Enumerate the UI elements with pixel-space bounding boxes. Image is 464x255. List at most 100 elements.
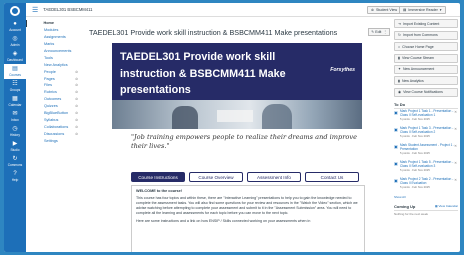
todo-meta: 5 points · Feb Nov 2025 bbox=[400, 151, 430, 156]
course-nav-pages[interactable]: Pages ⊘ bbox=[26, 75, 80, 82]
eye-slash-icon[interactable]: ⊘ bbox=[75, 118, 78, 122]
global-nav-studio[interactable]: ▶ Studio bbox=[4, 139, 26, 154]
dismiss-icon[interactable]: ✕ bbox=[454, 127, 457, 131]
clock-icon: ◷ bbox=[12, 126, 18, 132]
global-nav-label: Commons bbox=[7, 163, 23, 167]
eye-slash-icon[interactable]: ⊘ bbox=[75, 97, 78, 101]
eye-slash-icon[interactable]: ⊘ bbox=[75, 70, 78, 74]
global-nav-inbox[interactable]: ✉ Inbox bbox=[4, 109, 26, 124]
eye-slash-icon[interactable]: ⊘ bbox=[75, 83, 78, 87]
dismiss-icon[interactable]: ✕ bbox=[454, 161, 457, 165]
course-nav-rubrics[interactable]: Rubrics ⊘ bbox=[26, 89, 80, 96]
welcome-title: WELCOME to the course! bbox=[136, 189, 182, 193]
glasses-icon: ⊚ bbox=[371, 8, 375, 12]
import-from-commons-button[interactable]: ↻ Import from Commons bbox=[394, 30, 458, 40]
course-nav-marks[interactable]: Marks bbox=[26, 41, 80, 48]
tab-assessment-info[interactable]: Assessment Info bbox=[247, 172, 301, 182]
global-nav-label: Help bbox=[11, 178, 19, 182]
course-nav-label: New Analytics bbox=[44, 62, 68, 67]
course-nav-assignments[interactable]: Assignments bbox=[26, 34, 80, 41]
course-nav-discussions[interactable]: Discussions ⊘ bbox=[26, 130, 80, 137]
course-nav-quizzes[interactable]: Quizzes ⊘ bbox=[26, 103, 80, 110]
global-nav-label: Account bbox=[9, 28, 21, 32]
tab-course-overview[interactable]: Course Overview bbox=[189, 172, 243, 182]
home-icon: ⌂ bbox=[398, 44, 401, 49]
course-nav-label: Rubrics bbox=[44, 90, 57, 95]
calendar-icon: ▦ bbox=[434, 203, 438, 208]
institution-logo[interactable] bbox=[4, 3, 26, 19]
hamburger-icon[interactable]: ☰ bbox=[32, 6, 38, 14]
chart-icon: ▮ bbox=[398, 56, 400, 61]
global-nav-label: Groups bbox=[9, 88, 21, 92]
course-nav-announcements[interactable]: Announcements bbox=[26, 48, 80, 55]
gauge-icon: ◎ bbox=[12, 36, 18, 42]
eye-slash-icon[interactable]: ⊘ bbox=[75, 132, 78, 136]
global-nav-help[interactable]: ? Help bbox=[4, 169, 26, 184]
todo-meta: 5 points · Feb Nov 2025 bbox=[400, 134, 430, 139]
view-course-stream-button[interactable]: ▮ View Course Stream bbox=[394, 53, 458, 63]
tab-course-instructions[interactable]: Course Instructions bbox=[131, 172, 185, 182]
global-nav-groups[interactable]: ☷ Groups bbox=[4, 79, 26, 94]
course-nav-label: Announcements bbox=[44, 49, 72, 53]
student-view-label: Student View bbox=[376, 8, 398, 12]
global-nav-calendar[interactable]: ▦ Calendar bbox=[4, 94, 26, 109]
course-nav-label: Syllabus bbox=[44, 117, 59, 122]
todo-item[interactable]: ▣ Mark Student Assessment - Project 1 - P… bbox=[394, 143, 458, 160]
dismiss-icon[interactable]: ✕ bbox=[454, 178, 457, 182]
banner-photo bbox=[112, 100, 362, 129]
course-nav-label: Discussions bbox=[44, 131, 65, 136]
course-nav-people[interactable]: People ⊘ bbox=[26, 68, 80, 75]
course-nav-new-analytics[interactable]: New Analytics bbox=[26, 61, 80, 68]
course-nav-label: Settings bbox=[44, 138, 58, 143]
breadcrumb[interactable]: TAEDEL301 BSBCMM411 bbox=[43, 7, 92, 12]
view-calendar-link[interactable]: ▦ View Calendar bbox=[435, 204, 458, 209]
edit-label: Edit bbox=[375, 30, 382, 34]
course-nav-syllabus[interactable]: Syllabus ⊘ bbox=[26, 116, 80, 123]
analytics-icon: ▮ bbox=[398, 78, 400, 83]
student-view-button[interactable]: ⊚ Student View bbox=[367, 6, 402, 14]
help-icon: ? bbox=[13, 171, 17, 177]
eye-slash-icon[interactable]: ⊘ bbox=[75, 90, 78, 94]
todo-item[interactable]: ▣ Mark Project 1 Task 3 - Presentation - … bbox=[394, 126, 458, 143]
eye-slash-icon[interactable]: ⊘ bbox=[75, 104, 78, 108]
calendar-icon: ▦ bbox=[12, 96, 18, 102]
course-nav-settings[interactable]: Settings bbox=[26, 137, 80, 144]
course-nav-collaborations[interactable]: Collaborations ⊘ bbox=[26, 123, 80, 130]
course-nav-tools[interactable]: Tools bbox=[26, 54, 80, 61]
course-nav-label: Marks bbox=[44, 42, 55, 47]
choose-home-page-button[interactable]: ⌂ Choose Home Page bbox=[394, 42, 458, 52]
show-all-link[interactable]: Show All bbox=[394, 195, 458, 199]
global-nav-courses[interactable]: ▤ Courses bbox=[4, 64, 26, 79]
immersive-reader-button[interactable]: ▤ Immersive Reader ▾ bbox=[399, 6, 446, 14]
todo-item[interactable]: ▣ Mark Project 1 Task 1 - Presentation - … bbox=[394, 109, 458, 126]
book-icon: ▤ bbox=[12, 66, 18, 72]
course-nav-home[interactable]: Home bbox=[26, 20, 80, 27]
todo-item[interactable]: ▣ Mark Project 2 Task 2 - Presentation - … bbox=[394, 177, 458, 194]
course-nav-modules[interactable]: Modules bbox=[26, 27, 80, 34]
view-course-notifications-button[interactable]: ◉ View Course Notifications bbox=[394, 87, 458, 97]
edit-button[interactable]: ✎ Edit ⋮ bbox=[368, 28, 390, 36]
new-announcement-button[interactable]: ✦ New Announcement bbox=[394, 64, 458, 74]
new-analytics-button[interactable]: ▮ New Analytics bbox=[394, 76, 458, 86]
global-nav-commons[interactable]: ↻ Commons bbox=[4, 154, 26, 169]
top-bar: ☰ TAEDEL301 BSBCMM411 ⊚ Student View ▤ I… bbox=[26, 3, 460, 17]
eye-slash-icon[interactable]: ⊘ bbox=[75, 125, 78, 129]
global-nav-admin[interactable]: ◎ Admin bbox=[4, 34, 26, 49]
course-nav-files[interactable]: Files ⊘ bbox=[26, 82, 80, 89]
todo-item[interactable]: ▣ Mark Project 1 Task 5 - Presentation - … bbox=[394, 160, 458, 177]
eye-slash-icon[interactable]: ⊘ bbox=[75, 111, 78, 115]
global-nav-history[interactable]: ◷ History bbox=[4, 124, 26, 139]
banner-title: TAEDEL301 Provide work skill instruction… bbox=[120, 51, 286, 96]
tab-contact-us[interactable]: Contact Us bbox=[305, 172, 359, 182]
dismiss-icon[interactable]: ✕ bbox=[454, 144, 457, 148]
course-nav-bigbluebutton[interactable]: BigBlueButton ⊘ bbox=[26, 110, 80, 117]
eye-slash-icon[interactable]: ⊘ bbox=[75, 77, 78, 81]
course-nav: Home Modules Assignments Marks Announcements… bbox=[26, 17, 80, 252]
course-nav-outcomes[interactable]: Outcomes ⊘ bbox=[26, 96, 80, 103]
global-nav-dashboard[interactable]: ◈ Dashboard bbox=[4, 49, 26, 64]
global-nav-account[interactable]: ● Account bbox=[4, 19, 26, 34]
dismiss-icon[interactable]: ✕ bbox=[454, 110, 457, 114]
import-existing-content-button[interactable]: ⇥ Import Existing Content bbox=[394, 19, 458, 29]
user-icon: ● bbox=[13, 21, 17, 27]
course-nav-label: Assignments bbox=[44, 35, 66, 40]
